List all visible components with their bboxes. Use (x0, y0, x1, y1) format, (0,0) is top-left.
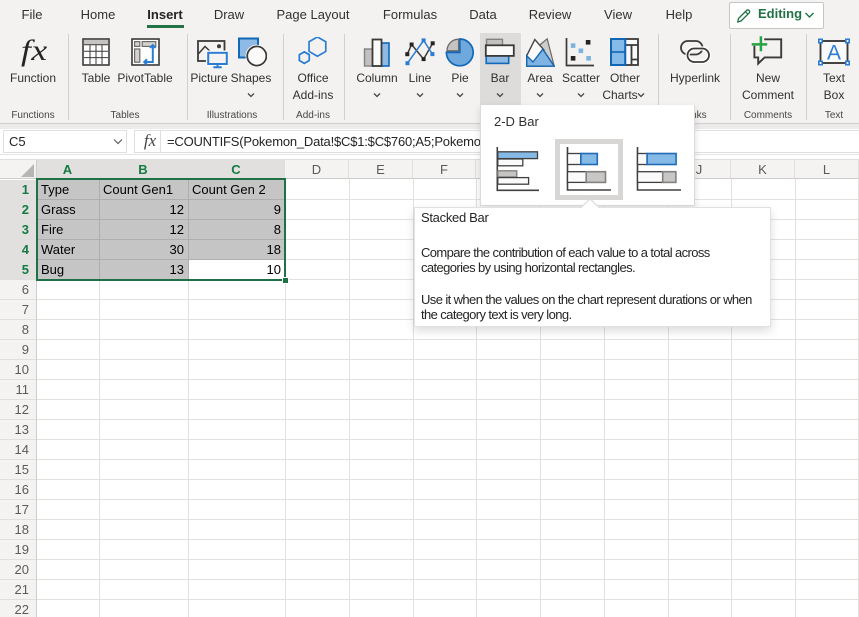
svg-text:A: A (827, 42, 841, 65)
